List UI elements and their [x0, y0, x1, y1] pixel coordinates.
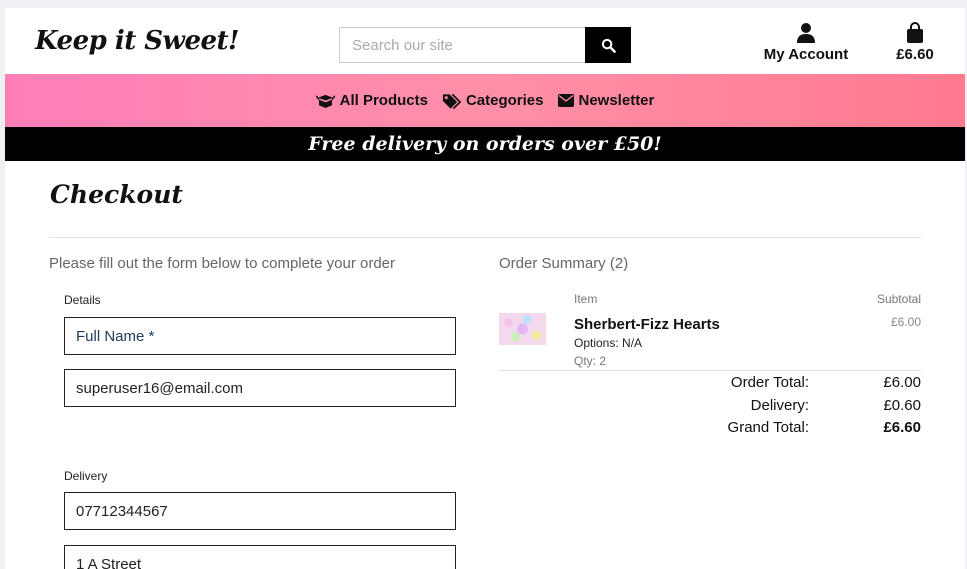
search-form — [339, 27, 631, 63]
tags-icon — [442, 93, 461, 109]
summary-col-subtotal: Subtotal — [876, 292, 921, 306]
site-logo[interactable]: Keep it Sweet! — [35, 26, 239, 56]
grand-total-label: Grand Total: — [727, 419, 809, 436]
shopping-bag-link[interactable]: £6.60 — [889, 22, 941, 63]
page-title: Checkout — [50, 180, 183, 209]
site-header: Keep it Sweet! My Account — [5, 8, 965, 74]
main-nav: All Products Categories Newsletter — [5, 74, 965, 127]
nav-newsletter[interactable]: Newsletter — [557, 92, 655, 109]
email-field[interactable] — [64, 369, 456, 407]
order-total-label: Order Total: — [730, 374, 809, 391]
user-icon — [759, 22, 853, 44]
nav-categories-label: Categories — [465, 92, 544, 109]
product-options: Options: N/A — [574, 336, 643, 350]
order-summary-title: Order Summary (2) — [499, 255, 629, 272]
title-divider — [49, 237, 921, 238]
full-name-field[interactable] — [64, 317, 456, 355]
search-icon — [601, 38, 616, 53]
summary-col-item: Item — [574, 292, 598, 306]
nav-categories[interactable]: Categories — [442, 92, 544, 109]
search-button[interactable] — [585, 27, 631, 63]
order-total-value: £6.00 — [883, 374, 921, 391]
delivery-value: £0.60 — [883, 397, 921, 414]
checkout-intro: Please fill out the form below to comple… — [49, 255, 396, 272]
street-address-field[interactable] — [64, 545, 456, 569]
grand-total-value: £6.60 — [883, 419, 921, 436]
delivery-banner-text: Free delivery on orders over £50! — [308, 133, 662, 155]
nav-all-products[interactable]: All Products — [315, 92, 428, 109]
product-subtotal: £6.00 — [890, 315, 921, 329]
my-account-label: My Account — [763, 46, 849, 63]
delivery-banner: Free delivery on orders over £50! — [5, 127, 965, 161]
nav-all-products-label: All Products — [339, 92, 428, 109]
product-qty: Qty: 2 — [574, 354, 607, 368]
product-name: Sherbert-Fizz Hearts — [574, 316, 720, 333]
box-open-icon — [315, 94, 335, 108]
my-account-link[interactable]: My Account — [759, 22, 853, 63]
search-input[interactable] — [339, 27, 585, 63]
nav-newsletter-label: Newsletter — [578, 92, 655, 109]
product-thumbnail — [499, 313, 546, 345]
envelope-icon — [557, 94, 574, 107]
page: Keep it Sweet! My Account — [5, 8, 965, 569]
details-legend: Details — [64, 293, 101, 307]
shopping-bag-icon — [889, 22, 941, 44]
summary-divider — [499, 370, 921, 371]
delivery-legend: Delivery — [64, 469, 108, 483]
bag-total: £6.60 — [896, 46, 934, 63]
phone-field[interactable] — [64, 492, 456, 530]
delivery-label: Delivery: — [750, 397, 809, 414]
